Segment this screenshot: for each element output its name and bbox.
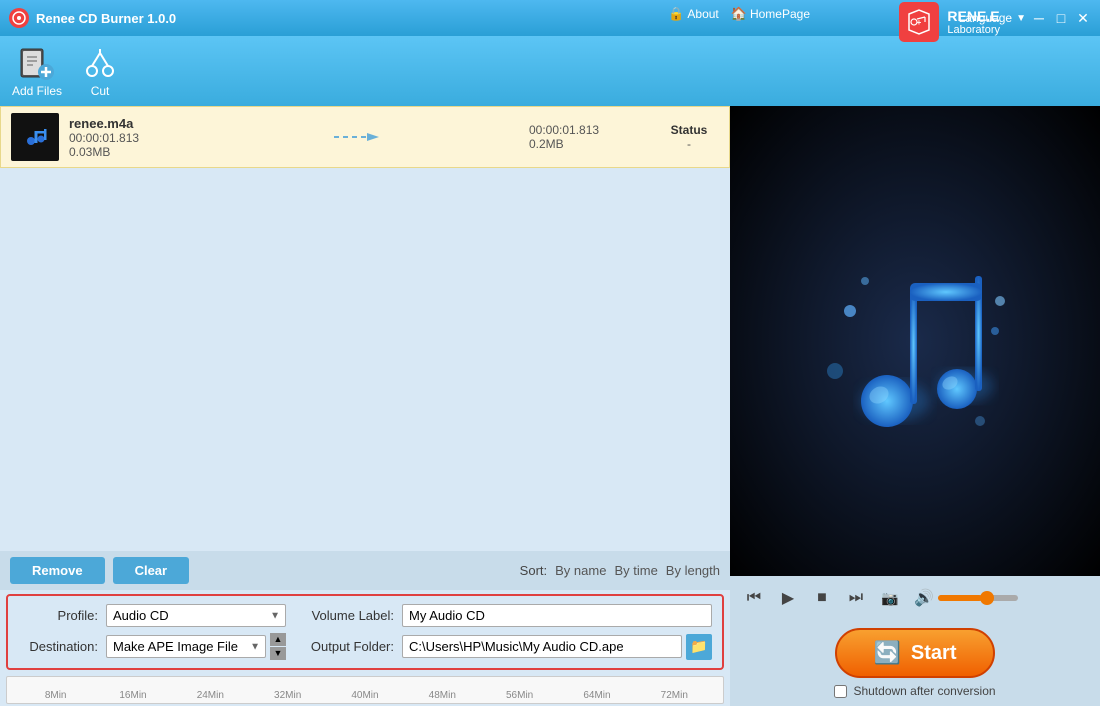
browse-folder-button[interactable]: 📁: [686, 634, 712, 660]
sort-label: Sort:: [520, 563, 547, 578]
left-panel: renee.m4a 00:00:01.813 0.03MB: [0, 106, 730, 706]
sort-by-name[interactable]: By name: [555, 563, 606, 578]
sort-area: Sort: By name By time By length: [520, 563, 720, 578]
profile-select-wrapper: Audio CD Data CD Video CD ▼: [106, 604, 286, 627]
destination-row: Destination: Make APE Image File Burn to…: [18, 633, 712, 660]
refresh-icon: 🔄: [874, 640, 901, 666]
destination-wrapper: Make APE Image File Burn to CD Make ISO …: [106, 633, 286, 660]
shutdown-row: Shutdown after conversion: [834, 684, 995, 698]
timeline-tick-40: 40Min: [326, 690, 403, 701]
skip-back-button[interactable]: ⏮: [740, 584, 768, 612]
volume-label-input[interactable]: [402, 604, 712, 627]
camera-icon: 📷: [881, 590, 898, 607]
file-status: Status -: [659, 123, 719, 151]
start-button[interactable]: 🔄 Start: [835, 628, 995, 678]
timeline-tick-32: 32Min: [249, 690, 326, 701]
file-duration-out: 00:00:01.813: [529, 123, 649, 137]
timeline-tick-56: 56Min: [481, 690, 558, 701]
skip-forward-button[interactable]: ⏭: [842, 584, 870, 612]
app-title: Renee CD Burner 1.0.0: [36, 11, 959, 26]
convert-arrow: [199, 127, 519, 147]
stop-button[interactable]: ■: [808, 584, 836, 612]
destination-updown: ▲ ▼: [270, 633, 286, 660]
add-files-icon: [19, 45, 55, 81]
file-list: renee.m4a 00:00:01.813 0.03MB: [0, 106, 730, 551]
file-thumbnail: [11, 113, 59, 161]
cut-icon: [82, 45, 118, 81]
timeline-tick-24: 24Min: [172, 690, 249, 701]
timeline-tick-64: 64Min: [558, 690, 635, 701]
profile-label: Profile:: [18, 608, 98, 623]
file-info: renee.m4a 00:00:01.813 0.03MB: [69, 116, 189, 159]
folder-icon: 📁: [690, 638, 707, 655]
lock-icon: 🔒: [668, 6, 684, 22]
file-size-out: 0.2MB: [529, 137, 649, 151]
main-area: renee.m4a 00:00:01.813 0.03MB: [0, 106, 1100, 706]
file-duration-in: 00:00:01.813: [69, 131, 189, 145]
titlebar: Renee CD Burner 1.0.0 + RENE.E Laborator…: [0, 0, 1100, 36]
brand-logo-icon: +: [899, 2, 939, 42]
file-output: 00:00:01.813 0.2MB: [529, 123, 649, 151]
shutdown-label: Shutdown after conversion: [853, 684, 995, 698]
timeline-bar: 8Min 16Min 24Min 32Min 40Min 48Min 56Min…: [6, 676, 724, 704]
remove-button[interactable]: Remove: [10, 557, 105, 584]
destination-down-button[interactable]: ▼: [270, 647, 286, 660]
settings-panel: Profile: Audio CD Data CD Video CD ▼ Vol…: [6, 594, 724, 670]
output-folder-input[interactable]: [402, 635, 682, 658]
about-link[interactable]: 🔒 About: [668, 6, 719, 22]
clear-button[interactable]: Clear: [113, 557, 190, 584]
volume-label-text: Volume Label:: [294, 608, 394, 623]
toolbar: Add Files Cut: [0, 36, 1100, 106]
sort-by-length[interactable]: By length: [666, 563, 720, 578]
bottom-bar: Remove Clear Sort: By name By time By le…: [0, 551, 730, 590]
volume-track[interactable]: [938, 595, 1018, 601]
screenshot-button[interactable]: 📷: [876, 584, 904, 612]
output-folder-wrapper: 📁: [402, 634, 712, 660]
volume-icon: 🔊: [914, 588, 934, 608]
destination-label: Destination:: [18, 639, 98, 654]
sort-by-time[interactable]: By time: [614, 563, 657, 578]
maximize-button[interactable]: □: [1052, 9, 1070, 27]
brand-text: RENE.E Laboratory: [947, 8, 1000, 36]
file-name: renee.m4a: [69, 116, 189, 131]
language-dropdown-icon: ▼: [1016, 13, 1026, 24]
timeline-tick-72: 72Min: [636, 690, 713, 701]
player-controls: ⏮ ▶ ■ ⏭ 📷 🔊: [730, 576, 1100, 620]
volume-thumb[interactable]: [980, 591, 994, 605]
music-note-illustration: [805, 231, 1025, 451]
start-area: 🔄 Start Shutdown after conversion: [730, 620, 1100, 706]
home-icon: 🏠: [731, 6, 747, 22]
table-row: renee.m4a 00:00:01.813 0.03MB: [0, 106, 730, 168]
output-folder-label: Output Folder:: [294, 639, 394, 654]
add-files-button[interactable]: Add Files: [12, 45, 62, 98]
homepage-link[interactable]: 🏠 HomePage: [731, 6, 810, 22]
volume-fill: [938, 595, 982, 601]
play-button[interactable]: ▶: [774, 584, 802, 612]
volume-slider-area: 🔊: [914, 588, 1018, 608]
timeline-tick-48: 48Min: [404, 690, 481, 701]
profile-row: Profile: Audio CD Data CD Video CD ▼ Vol…: [18, 604, 712, 627]
app-logo: [8, 7, 30, 29]
skip-back-icon: ⏮: [747, 589, 761, 607]
profile-select[interactable]: Audio CD Data CD Video CD: [106, 604, 286, 627]
shutdown-checkbox[interactable]: [834, 685, 847, 698]
start-label: Start: [911, 642, 957, 665]
file-size-in: 0.03MB: [69, 145, 189, 159]
destination-select-wrapper: Make APE Image File Burn to CD Make ISO …: [106, 635, 266, 658]
stop-icon: ■: [817, 589, 827, 607]
minimize-button[interactable]: ─: [1030, 9, 1048, 27]
timeline-tick-8: 8Min: [17, 690, 94, 701]
skip-forward-icon: ⏭: [849, 589, 863, 607]
right-panel: ⏮ ▶ ■ ⏭ 📷 🔊: [730, 106, 1100, 706]
timeline-tick-16: 16Min: [94, 690, 171, 701]
play-icon: ▶: [782, 588, 794, 608]
destination-select[interactable]: Make APE Image File Burn to CD Make ISO: [106, 635, 266, 658]
destination-up-button[interactable]: ▲: [270, 633, 286, 646]
close-button[interactable]: ✕: [1074, 9, 1092, 27]
cut-button[interactable]: Cut: [82, 45, 118, 98]
timeline-markers: 8Min 16Min 24Min 32Min 40Min 48Min 56Min…: [7, 690, 723, 701]
preview-area: [730, 106, 1100, 576]
